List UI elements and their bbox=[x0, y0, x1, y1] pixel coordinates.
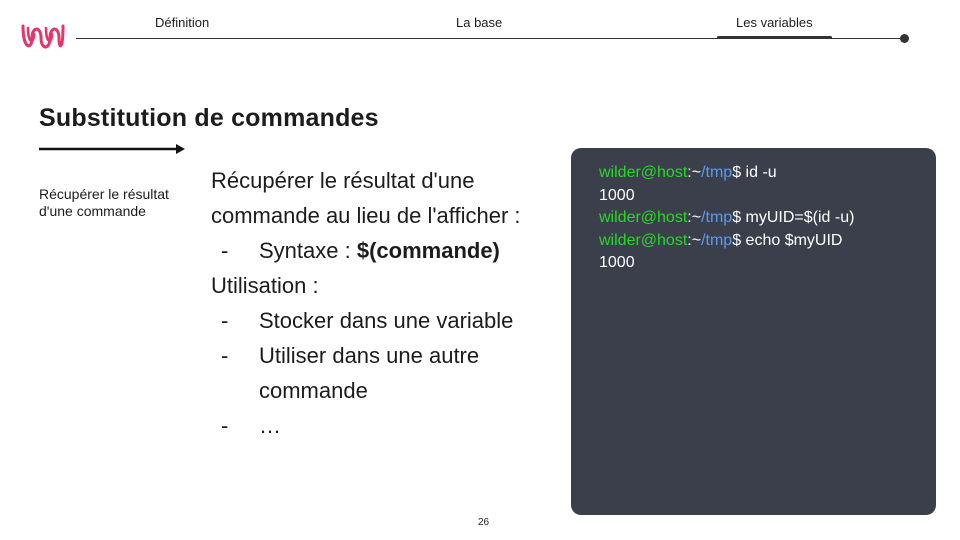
usage-item: - … bbox=[211, 408, 581, 443]
bullet-dash: - bbox=[221, 308, 229, 333]
prompt-path: /tmp bbox=[701, 164, 733, 181]
syntax-bullet: - Syntaxe : $(commande) bbox=[211, 233, 581, 268]
prompt-tilde: ~ bbox=[691, 231, 702, 249]
prompt-user: wilder@host bbox=[599, 209, 688, 226]
syntax-value: $(commande) bbox=[356, 238, 500, 263]
usage-item-continuation: commande bbox=[211, 373, 581, 408]
usage-item: - Utiliser dans une autre bbox=[211, 338, 581, 373]
terminal-window: wilder@host:~/tmp$ id -u 1000 wilder@hos… bbox=[571, 148, 936, 515]
terminal-output: wilder@host:~/tmp$ id -u 1000 wilder@hos… bbox=[599, 162, 854, 275]
terminal-output-line: 1000 bbox=[599, 186, 635, 204]
usage-heading: Utilisation : bbox=[211, 273, 319, 298]
body-line-2: commande au lieu de l'afficher : bbox=[211, 203, 521, 228]
terminal-output-line: 1000 bbox=[599, 254, 635, 271]
prompt-user: wilder@host bbox=[599, 164, 688, 181]
terminal-line: wilder@host:~/tmp$ echo $myUID bbox=[599, 230, 854, 253]
syntax-label: Syntaxe : bbox=[259, 238, 357, 263]
nav-active-indicator bbox=[717, 36, 832, 39]
bullet-dash: - bbox=[221, 343, 229, 368]
usage-item-text: Utiliser dans une autre bbox=[259, 343, 480, 368]
nav-item-les-variables[interactable]: Les variables bbox=[736, 15, 813, 30]
prompt-tilde: ~ bbox=[691, 209, 702, 226]
usage-item-text: commande bbox=[259, 378, 368, 403]
arrow-right-icon bbox=[39, 144, 185, 154]
terminal-command: $ myUID=$(id -u) bbox=[732, 209, 855, 226]
usage-item-text: Stocker dans une variable bbox=[259, 308, 514, 333]
page-number: 26 bbox=[478, 517, 490, 528]
slide-body: Récupérer le résultat d'une commande au … bbox=[211, 163, 581, 443]
nav-end-dot bbox=[900, 34, 909, 43]
terminal-command: $ echo $myUID bbox=[732, 231, 843, 249]
prompt-path: /tmp bbox=[701, 209, 733, 226]
prompt-path: /tmp bbox=[701, 231, 733, 249]
usage-item: - Stocker dans une variable bbox=[211, 303, 581, 338]
nav-item-la-base[interactable]: La base bbox=[456, 15, 502, 30]
prompt-user: wilder@host bbox=[599, 231, 688, 249]
prompt-tilde: ~ bbox=[691, 164, 702, 181]
bullet-dash: - bbox=[221, 413, 229, 438]
nav-item-definition[interactable]: Définition bbox=[155, 15, 209, 30]
terminal-line: wilder@host:~/tmp$ myUID=$(id -u) bbox=[599, 207, 854, 230]
bullet-dash: - bbox=[221, 238, 229, 263]
usage-item-text: … bbox=[259, 413, 281, 438]
side-note: Récupérer le résultat d'une commande bbox=[39, 186, 169, 219]
slide-title: Substitution de commandes bbox=[39, 104, 379, 132]
terminal-command: $ id -u bbox=[732, 164, 777, 181]
body-line-1: Récupérer le résultat d'une bbox=[211, 168, 475, 193]
terminal-line: wilder@host:~/tmp$ id -u bbox=[599, 162, 854, 185]
wild-code-school-logo-icon bbox=[21, 24, 65, 49]
